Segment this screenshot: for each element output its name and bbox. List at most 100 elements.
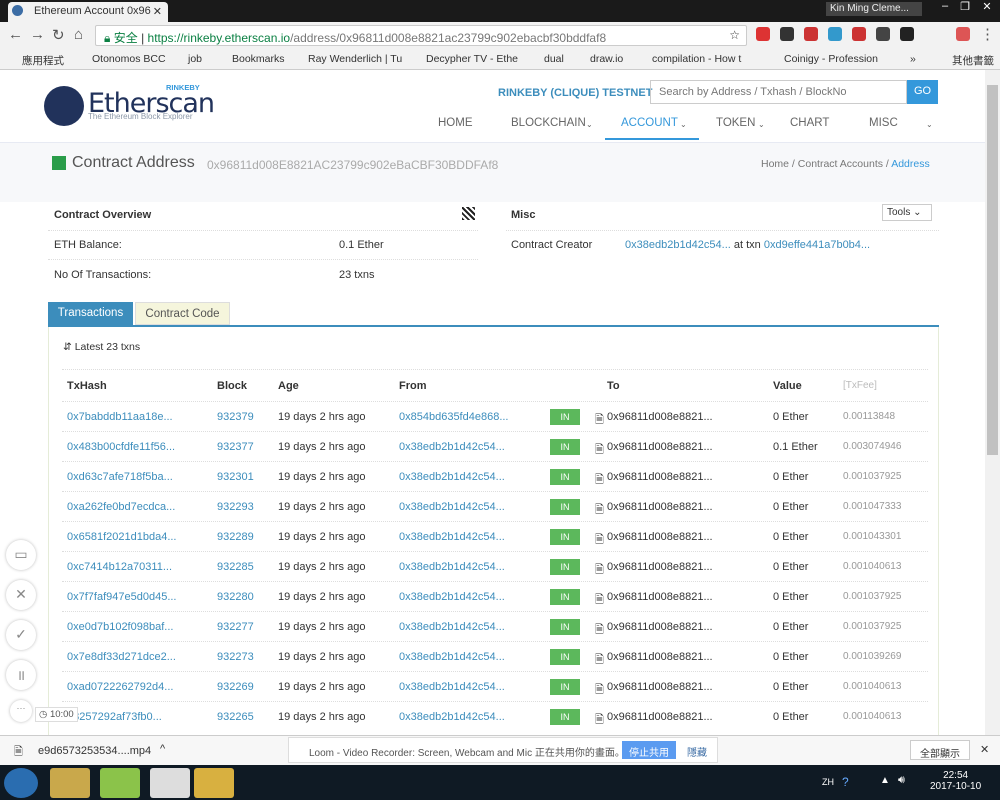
breadcrumb-home[interactable]: Home [761, 158, 789, 170]
bookmark[interactable]: job [188, 53, 202, 65]
chrome-taskbar-icon[interactable] [194, 768, 234, 798]
more-options-icon[interactable]: ··· [10, 700, 32, 722]
txhash-link[interactable]: 0x483b00cfdfe11f56... [67, 441, 175, 453]
txhash-link[interactable]: 0x6581f2021d1bda4... [67, 531, 177, 543]
block-link[interactable]: 932269 [217, 681, 254, 693]
star-icon[interactable]: ☆ [729, 28, 740, 42]
block-link[interactable]: 932289 [217, 531, 254, 543]
from-link[interactable]: 0x38edb2b1d42c54... [399, 561, 505, 573]
scrollbar-thumb[interactable] [987, 85, 998, 455]
help-icon[interactable]: ? [842, 775, 849, 789]
nav-account[interactable]: ACCOUNT [621, 117, 678, 129]
search-go-button[interactable]: GO [907, 80, 938, 104]
block-link[interactable]: 932280 [217, 591, 254, 603]
close-tab-icon[interactable]: ✕ [153, 5, 162, 18]
maximize-icon[interactable]: ❐ [954, 0, 976, 16]
app-taskbar-icon[interactable] [100, 768, 140, 798]
block-link[interactable]: 932377 [217, 441, 254, 453]
bookmark[interactable]: compilation - How t [652, 53, 741, 65]
volume-icon[interactable]: 🔊︎ [898, 774, 905, 787]
to-address[interactable]: 0x96811d008e8821... [607, 411, 713, 423]
url-bar[interactable]: 🔒︎ 安全 | https://rinkeby.etherscan.io/add… [95, 25, 747, 46]
camera-off-icon[interactable]: ▭ [6, 540, 36, 570]
to-address[interactable]: 0x96811d008e8821... [607, 441, 713, 453]
extension-icon[interactable] [852, 27, 866, 41]
block-link[interactable]: 932293 [217, 501, 254, 513]
from-link[interactable]: 0x38edb2b1d42c54... [399, 501, 505, 513]
to-address[interactable]: 0x96811d008e8821... [607, 681, 713, 693]
forward-icon[interactable]: → [30, 26, 45, 43]
nav-blockchain[interactable]: BLOCKCHAIN [511, 117, 586, 129]
block-link[interactable]: 932273 [217, 651, 254, 663]
txhash-link[interactable]: 0xad0722262792d4... [67, 681, 173, 693]
extension-icon[interactable] [804, 27, 818, 41]
home-icon[interactable]: ⌂ [74, 26, 83, 43]
profile-button[interactable]: Kin Ming Cleme... [826, 2, 922, 16]
extension-icon[interactable] [780, 27, 794, 41]
tray-expand-icon[interactable]: ▲ [880, 775, 890, 786]
to-address[interactable]: 0x96811d008e8821... [607, 471, 713, 483]
extension-icon[interactable] [956, 27, 970, 41]
download-item[interactable]: e9d6573253534....mp4 [38, 745, 151, 757]
to-address[interactable]: 0x96811d008e8821... [607, 531, 713, 543]
from-link[interactable]: 0x38edb2b1d42c54... [399, 441, 505, 453]
extension-icon[interactable] [756, 27, 770, 41]
tools-dropdown[interactable]: Tools ⌄ [882, 204, 932, 221]
etherscan-logo-icon[interactable] [44, 86, 84, 126]
from-link[interactable]: 0x38edb2b1d42c54... [399, 651, 505, 663]
stop-sharing-button[interactable]: 停止共用 [622, 741, 676, 759]
start-button-icon[interactable] [4, 768, 38, 798]
to-address[interactable]: 0x96811d008e8821... [607, 591, 713, 603]
cancel-recording-icon[interactable]: ✕ [6, 580, 36, 610]
txhash-link[interactable]: 0x7babddb11aa18e... [67, 411, 173, 423]
col-txfee[interactable]: [TxFee] [843, 380, 877, 391]
browser-tab[interactable]: Ethereum Account 0x96 ✕ [8, 2, 168, 22]
breadcrumb-contract-accounts[interactable]: Contract Accounts [798, 158, 883, 170]
bookmark-apps[interactable]: 應用程式 [22, 53, 64, 68]
nav-token[interactable]: TOKEN [716, 117, 755, 129]
bookmark[interactable]: Otonomos BCC [92, 53, 166, 65]
txhash-link[interactable]: 0xd63c7afe718f5ba... [67, 471, 173, 483]
search-input[interactable]: Search by Address / Txhash / BlockNo [650, 80, 907, 104]
from-link[interactable]: 0x854bd635fd4e868... [399, 411, 509, 423]
txhash-link[interactable]: 0xa262fe0bd7ecdca... [67, 501, 175, 513]
bookmark[interactable]: dual [544, 53, 564, 65]
nav-home[interactable]: HOME [438, 117, 473, 129]
bookmark-other[interactable]: 其他書籤 [952, 53, 994, 68]
app-taskbar-icon[interactable] [150, 768, 190, 798]
finish-recording-icon[interactable]: ✓ [6, 620, 36, 650]
nav-chart[interactable]: CHART [790, 117, 829, 129]
pause-recording-icon[interactable]: ॥ [6, 660, 36, 690]
back-icon[interactable]: ← [8, 26, 23, 43]
bookmark[interactable]: draw.io [590, 53, 623, 65]
from-link[interactable]: 0x38edb2b1d42c54... [399, 621, 505, 633]
close-downloads-icon[interactable]: ✕ [980, 743, 989, 756]
from-link[interactable]: 0x38edb2b1d42c54... [399, 471, 505, 483]
block-link[interactable]: 932277 [217, 621, 254, 633]
bookmark[interactable]: Coinigy - Profession [784, 53, 878, 65]
tab-transactions[interactable]: Transactions [48, 302, 133, 325]
bookmark[interactable]: Bookmarks [232, 53, 285, 65]
chevron-up-icon[interactable]: ^ [160, 743, 165, 755]
txhash-link[interactable]: 0xe0d7b102f098baf... [67, 621, 173, 633]
qr-code-icon[interactable] [462, 207, 475, 220]
menu-icon[interactable]: ⋮ [980, 25, 995, 43]
from-link[interactable]: 0x38edb2b1d42c54... [399, 681, 505, 693]
to-address[interactable]: 0x96811d008e8821... [607, 501, 713, 513]
bookmark[interactable]: Ray Wenderlich | Tu [308, 53, 402, 65]
reload-icon[interactable]: ↻ [52, 26, 65, 44]
bookmark[interactable]: Decypher TV - Ethe [426, 53, 518, 65]
from-link[interactable]: 0x38edb2b1d42c54... [399, 591, 505, 603]
from-link[interactable]: 0x38edb2b1d42c54... [399, 711, 505, 723]
tab-contract-code[interactable]: Contract Code [135, 302, 230, 325]
from-link[interactable]: 0x38edb2b1d42c54... [399, 531, 505, 543]
show-all-button[interactable]: 全部顯示 [910, 740, 970, 760]
txhash-link[interactable]: 98257292af73fb0... [67, 711, 162, 723]
block-link[interactable]: 932301 [217, 471, 254, 483]
block-link[interactable]: 932265 [217, 711, 254, 723]
extension-icon[interactable] [828, 27, 842, 41]
explorer-taskbar-icon[interactable] [50, 768, 90, 798]
txhash-link[interactable]: 0x7e8df33d271dce2... [67, 651, 176, 663]
extension-icon[interactable] [876, 27, 890, 41]
to-address[interactable]: 0x96811d008e8821... [607, 651, 713, 663]
